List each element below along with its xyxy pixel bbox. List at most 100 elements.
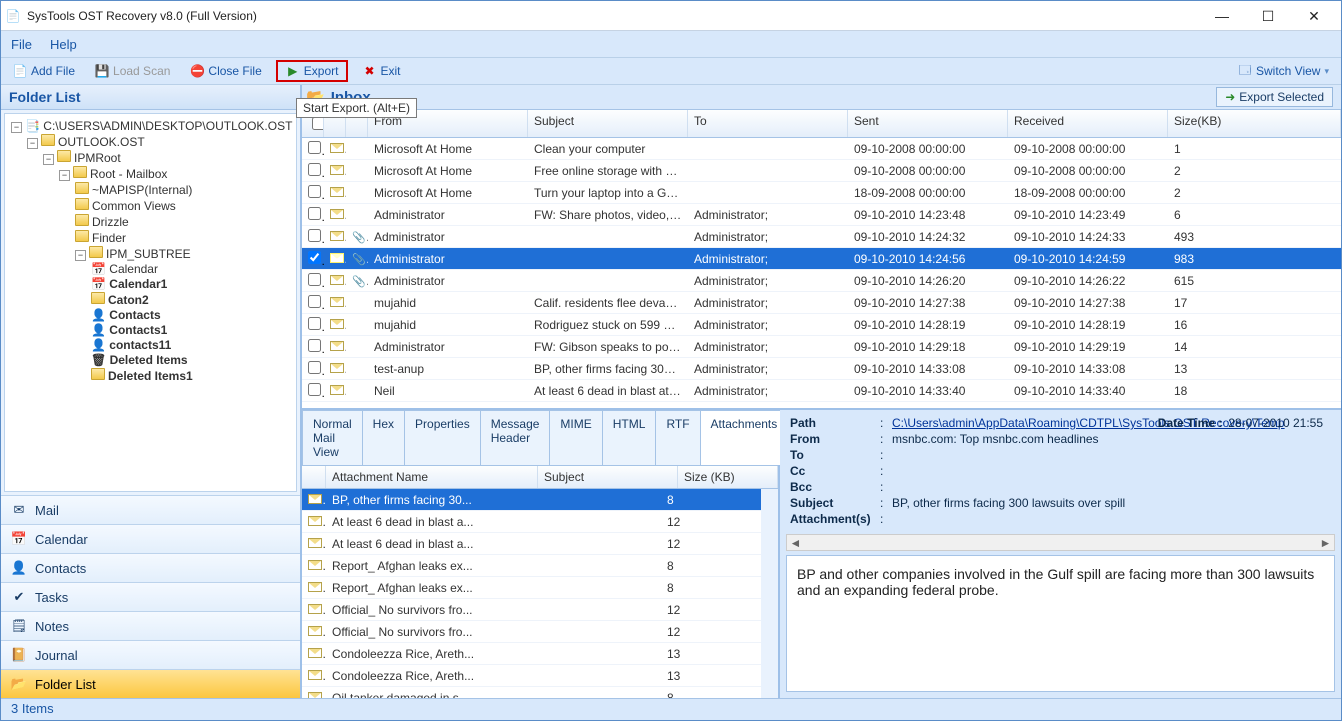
row-checkbox[interactable] xyxy=(308,317,321,330)
shortcut-calendar[interactable]: 📅Calendar xyxy=(1,524,300,553)
attachment-row[interactable]: Report_ Afghan leaks ex...8 xyxy=(302,577,761,599)
mail-row[interactable]: NeilAt least 6 dead in blast at C...Admi… xyxy=(302,380,1341,402)
row-checkbox[interactable] xyxy=(308,185,321,198)
tab-mime[interactable]: MIME xyxy=(549,410,602,465)
cell-received: 09-10-2010 14:26:22 xyxy=(1008,272,1168,290)
close-button[interactable]: ✕ xyxy=(1291,2,1337,30)
tree-commonviews[interactable]: Common Views xyxy=(92,199,176,213)
attachment-row[interactable]: Report_ Afghan leaks ex...8 xyxy=(302,555,761,577)
att-subject xyxy=(521,498,661,502)
tree-calendar[interactable]: Calendar xyxy=(109,262,158,276)
shortcut-notes[interactable]: 🗒Notes xyxy=(1,611,300,640)
attachment-row[interactable]: Condoleezza Rice, Areth...13 xyxy=(302,665,761,687)
tree-rootmailbox[interactable]: Root - Mailbox xyxy=(90,167,167,181)
close-file-button[interactable]: ⛔Close File xyxy=(184,62,267,80)
attachment-row[interactable]: BP, other firms facing 30...8 xyxy=(302,489,761,511)
row-checkbox[interactable] xyxy=(308,163,321,176)
attachment-row[interactable]: Official_ No survivors fro...12 xyxy=(302,621,761,643)
cell-subject xyxy=(528,235,688,239)
mail-row[interactable]: Microsoft At HomeClean your computer09-1… xyxy=(302,138,1341,160)
menu-file[interactable]: File xyxy=(11,37,32,52)
attachment-row[interactable]: At least 6 dead in blast a...12 xyxy=(302,511,761,533)
tree-toggle[interactable]: − xyxy=(11,122,22,133)
cell-subject: Clean your computer xyxy=(528,140,688,158)
row-checkbox[interactable] xyxy=(308,251,321,264)
maximize-button[interactable]: ☐ xyxy=(1245,2,1291,30)
tree-deleted[interactable]: Deleted Items xyxy=(110,353,188,367)
col-to[interactable]: To xyxy=(688,110,848,137)
shortcut-folderlist[interactable]: 📂Folder List xyxy=(1,669,300,698)
meta-horizontal-scrollbar[interactable]: ◄► xyxy=(786,534,1335,551)
minimize-button[interactable]: — xyxy=(1199,2,1245,30)
tree-ipmsubtree[interactable]: IPM_SUBTREE xyxy=(106,247,191,261)
shortcut-mail[interactable]: ✉Mail xyxy=(1,495,300,524)
load-scan-button[interactable]: 💾Load Scan xyxy=(89,62,176,80)
tree-caton2[interactable]: Caton2 xyxy=(108,293,149,307)
mail-grid[interactable]: Microsoft At HomeClean your computer09-1… xyxy=(302,138,1341,410)
mail-row[interactable]: test-anupBP, other firms facing 300 la..… xyxy=(302,358,1341,380)
row-checkbox[interactable] xyxy=(308,295,321,308)
tree-deleted1[interactable]: Deleted Items1 xyxy=(108,369,193,383)
attachment-row[interactable]: Oil tanker damaged in s...8 xyxy=(302,687,761,698)
tree-contacts[interactable]: Contacts xyxy=(109,308,160,322)
export-button[interactable]: ▶Export xyxy=(276,60,349,82)
tab-properties[interactable]: Properties xyxy=(404,410,481,465)
tree-calendar1[interactable]: Calendar1 xyxy=(109,277,167,291)
tab-rtf[interactable]: RTF xyxy=(655,410,700,465)
attcol-subject[interactable]: Subject xyxy=(538,466,678,488)
col-subject[interactable]: Subject xyxy=(528,110,688,137)
tab-message-header[interactable]: Message Header xyxy=(480,410,551,465)
tree-root[interactable]: C:\USERS\ADMIN\DESKTOP\OUTLOOK.OST xyxy=(43,119,292,133)
folder-tree[interactable]: −📑 C:\USERS\ADMIN\DESKTOP\OUTLOOK.OST −O… xyxy=(4,113,297,492)
tab-html[interactable]: HTML xyxy=(602,410,657,465)
row-checkbox[interactable] xyxy=(308,229,321,242)
row-checkbox[interactable] xyxy=(308,383,321,396)
shortcut-contacts[interactable]: 👤Contacts xyxy=(1,553,300,582)
col-size[interactable]: Size(KB) xyxy=(1168,110,1341,137)
attachment-grid[interactable]: BP, other firms facing 30...8At least 6 … xyxy=(302,489,761,698)
select-all-checkbox[interactable] xyxy=(312,117,324,130)
mail-row[interactable]: 📎AdministratorAdministrator;09-10-2010 1… xyxy=(302,248,1341,270)
tree-ipmroot[interactable]: IPMRoot xyxy=(74,151,121,165)
tab-hex[interactable]: Hex xyxy=(362,410,405,465)
switch-view-button[interactable]: 🗔Switch View ▾ xyxy=(1232,62,1335,80)
shortcut-journal[interactable]: 📔Journal xyxy=(1,640,300,669)
tree-mapisp[interactable]: ~MAPISP(Internal) xyxy=(92,183,192,197)
row-checkbox[interactable] xyxy=(308,339,321,352)
attachment-row[interactable]: Official_ No survivors fro...12 xyxy=(302,599,761,621)
row-checkbox[interactable] xyxy=(308,141,321,154)
mail-row[interactable]: 📎AdministratorAdministrator;09-10-2010 1… xyxy=(302,226,1341,248)
shortcut-tasks[interactable]: ✔Tasks xyxy=(1,582,300,611)
col-received[interactable]: Received xyxy=(1008,110,1168,137)
mail-row[interactable]: 📎AdministratorAdministrator;09-10-2010 1… xyxy=(302,270,1341,292)
add-file-button[interactable]: 📄Add File xyxy=(7,62,81,80)
status-text: 3 Items xyxy=(11,701,54,716)
row-checkbox[interactable] xyxy=(308,273,321,286)
attcol-size[interactable]: Size (KB) xyxy=(678,466,778,488)
mail-row[interactable]: mujahidCalif. residents flee devastat...… xyxy=(302,292,1341,314)
att-name: Official_ No survivors fro... xyxy=(326,601,521,619)
contacts-icon: 👤 xyxy=(11,560,27,576)
tab-attachments[interactable]: Attachments xyxy=(700,410,789,465)
tree-outlook[interactable]: OUTLOOK.OST xyxy=(58,135,145,149)
exit-button[interactable]: ✖Exit xyxy=(356,62,406,80)
mail-row[interactable]: Microsoft At HomeFree online storage wit… xyxy=(302,160,1341,182)
attachment-row[interactable]: Condoleezza Rice, Areth...13 xyxy=(302,643,761,665)
tree-drizzle[interactable]: Drizzle xyxy=(92,215,129,229)
tree-contacts1[interactable]: Contacts1 xyxy=(109,323,167,337)
col-sent[interactable]: Sent xyxy=(848,110,1008,137)
row-checkbox[interactable] xyxy=(308,361,321,374)
mail-row[interactable]: mujahidRodriguez stuck on 599 as T...Adm… xyxy=(302,314,1341,336)
attachment-scrollbar[interactable] xyxy=(761,489,778,698)
attachment-row[interactable]: At least 6 dead in blast a...12 xyxy=(302,533,761,555)
tab-normal[interactable]: Normal Mail View xyxy=(302,410,363,465)
mail-row[interactable]: AdministratorFW: Share photos, video, an… xyxy=(302,204,1341,226)
mail-row[interactable]: Microsoft At HomeTurn your laptop into a… xyxy=(302,182,1341,204)
tree-contacts11[interactable]: contacts11 xyxy=(109,338,171,352)
mail-row[interactable]: AdministratorFW: Gibson speaks to polic.… xyxy=(302,336,1341,358)
row-checkbox[interactable] xyxy=(308,207,321,220)
menu-help[interactable]: Help xyxy=(50,37,77,52)
export-selected-button[interactable]: ➜Export Selected xyxy=(1216,87,1333,107)
attcol-name[interactable]: Attachment Name xyxy=(326,466,538,488)
tree-finder[interactable]: Finder xyxy=(92,231,126,245)
